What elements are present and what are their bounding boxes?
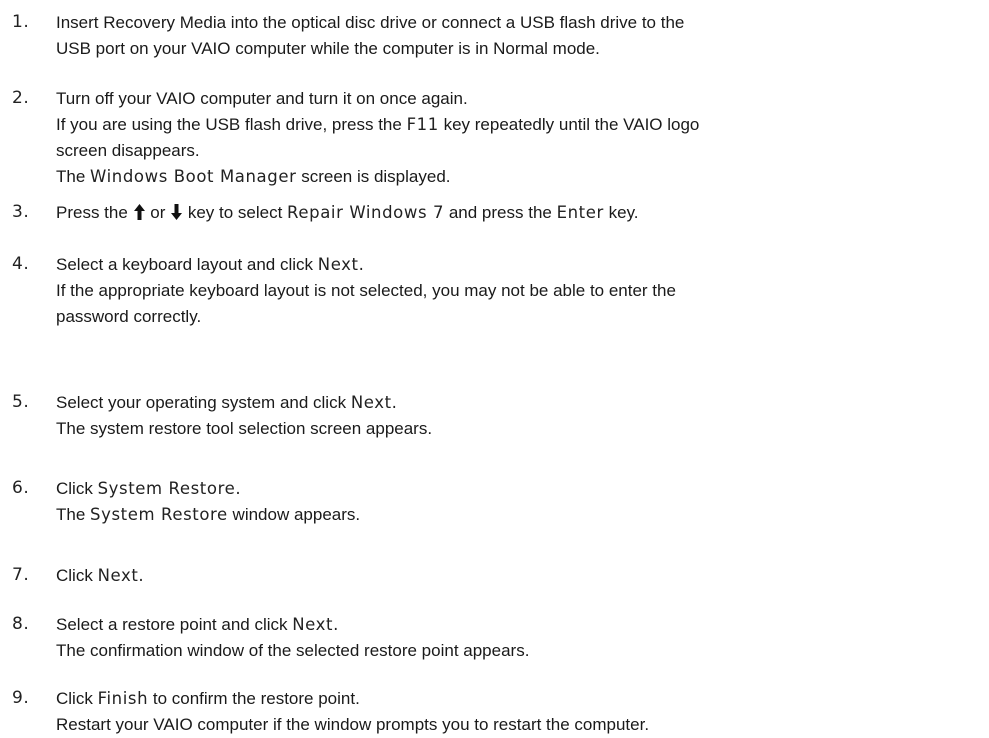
step-text-segment: Turn off your VAIO computer and turn it … xyxy=(56,89,468,108)
step-text: Select your operating system and click N… xyxy=(56,390,981,442)
step-text: Click Finish to confirm the restore poin… xyxy=(56,686,981,738)
step-line: The System Restore window appears. xyxy=(56,502,981,528)
step-text-segment: key repeatedly until the VAIO logo xyxy=(438,115,700,134)
step-text: Select a restore point and click Next. Th… xyxy=(56,612,981,664)
step-text-segment: password correctly. xyxy=(56,307,202,326)
step-text-segment: The system restore tool selection screen… xyxy=(56,419,433,438)
step-line: Turn off your VAIO computer and turn it … xyxy=(56,86,981,112)
step-line: The confirmation window of the selected … xyxy=(56,638,981,664)
step-line: password correctly. xyxy=(56,304,981,330)
step-number: 4. xyxy=(12,254,30,274)
step-line: Insert Recovery Media into the optical d… xyxy=(56,10,981,36)
step-text-segment: The confirmation window of the selected … xyxy=(56,641,530,660)
step-text-segment: Select a keyboard layout and click xyxy=(56,255,318,274)
instructions-page: 1. Insert Recovery Media into the optical… xyxy=(0,0,989,734)
step-text-segment: If the appropriate keyboard layout is no… xyxy=(56,281,676,300)
ui-term: System Restore xyxy=(90,505,228,524)
step-text-segment: key. xyxy=(603,203,639,222)
step-number: 3. xyxy=(12,202,30,222)
step-text-segment: USB port on your VAIO computer while the… xyxy=(56,39,600,58)
step-text: Select a keyboard layout and click Next.… xyxy=(56,252,981,330)
step-text-segment: Click xyxy=(56,479,98,498)
step-text-segment: screen is displayed. xyxy=(296,167,451,186)
down-arrow-icon xyxy=(171,204,183,220)
step-line: Select your operating system and click N… xyxy=(56,390,981,416)
step-text-segment: Insert Recovery Media into the optical d… xyxy=(56,13,685,32)
step-text: Click Next. xyxy=(56,563,981,589)
step-text-segment: If you are using the USB flash drive, pr… xyxy=(56,115,407,134)
step-text: Click System Restore. The System Restore … xyxy=(56,476,981,528)
ui-term: Next. xyxy=(97,566,145,585)
step-text-segment: Restart your VAIO computer if the window… xyxy=(56,715,650,734)
step-text-segment: Select a restore point and click xyxy=(56,615,293,634)
step-text: Turn off your VAIO computer and turn it … xyxy=(56,86,981,190)
step-text-segment: key to select xyxy=(183,203,288,222)
ui-term: Next. xyxy=(317,255,365,274)
step-text-segment: The xyxy=(56,167,91,186)
step-text-segment: The xyxy=(56,505,91,524)
ui-term: Next. xyxy=(292,615,339,634)
step-text-segment: Press the xyxy=(56,203,133,222)
ui-term: Enter xyxy=(556,203,604,222)
step-text-segment: and press the xyxy=(444,203,557,222)
step-line: Click System Restore. xyxy=(56,476,981,502)
ui-term: Repair Windows 7 xyxy=(287,203,445,222)
step-number: 2. xyxy=(12,88,30,108)
ui-term: Next. xyxy=(350,393,398,412)
step-number: 7. xyxy=(12,565,30,585)
step-line: screen disappears. xyxy=(56,138,981,164)
step-line: Click Next. xyxy=(56,563,981,589)
step-text-segment: or xyxy=(145,203,171,222)
step-line: If the appropriate keyboard layout is no… xyxy=(56,278,981,304)
ui-term: Windows Boot Manager xyxy=(90,167,297,186)
step-text-segment: to confirm the restore point. xyxy=(148,689,360,708)
step-line: If you are using the USB flash drive, pr… xyxy=(56,112,981,138)
up-arrow-icon xyxy=(133,204,145,220)
step-number: 6. xyxy=(12,478,30,498)
ui-term: F11 xyxy=(406,115,439,134)
step-line: USB port on your VAIO computer while the… xyxy=(56,36,981,62)
step-line: Press the or key to select Repair Window… xyxy=(56,200,981,226)
step-line: Select a restore point and click Next. xyxy=(56,612,981,638)
step-text-segment: Select your operating system and click xyxy=(56,393,351,412)
ui-term: Finish xyxy=(97,689,149,708)
step-number: 1. xyxy=(12,12,30,32)
step-text-segment: screen disappears. xyxy=(56,141,200,160)
ui-term: System Restore. xyxy=(97,479,242,498)
step-line: The Windows Boot Manager screen is displ… xyxy=(56,164,981,190)
step-number: 5. xyxy=(12,392,30,412)
step-number: 8. xyxy=(12,614,30,634)
step-text-segment: Click xyxy=(56,566,98,585)
step-text-segment: window appears. xyxy=(227,505,361,524)
step-line: Restart your VAIO computer if the window… xyxy=(56,712,981,738)
step-text: Insert Recovery Media into the optical d… xyxy=(56,10,981,62)
step-text-segment: Click xyxy=(56,689,98,708)
step-text: Press the or key to select Repair Window… xyxy=(56,200,981,226)
step-number: 9. xyxy=(12,688,30,708)
step-line: Click Finish to confirm the restore poin… xyxy=(56,686,981,712)
step-line: Select a keyboard layout and click Next. xyxy=(56,252,981,278)
step-line: The system restore tool selection screen… xyxy=(56,416,981,442)
